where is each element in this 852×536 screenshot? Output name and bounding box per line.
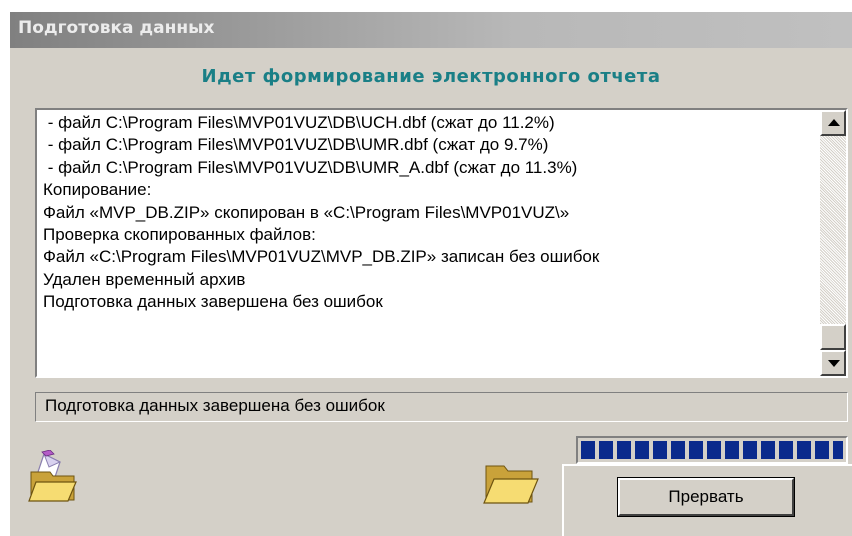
log-text: - файл C:\Program Files\MVP01VUZ\DB\UCH.… [43,112,803,374]
log-line: - файл C:\Program Files\MVP01VUZ\DB\UMR.… [43,135,549,155]
log-line: Проверка скопированных файлов: [43,225,316,245]
log-line: - файл C:\Program Files\MVP01VUZ\DB\UMR_… [43,157,578,177]
log-line: Подготовка данных завершена без ошибок [43,292,383,312]
arrow-down-icon [828,360,840,367]
scroll-up-button[interactable] [820,110,846,136]
progress-fill [581,441,843,459]
abort-button[interactable]: Прервать [617,477,795,517]
log-line: Удален временный архив [43,269,246,289]
page-heading: Идет формирование электронного отчета [201,66,661,87]
scroll-thumb[interactable] [820,324,846,350]
log-line: - файл C:\Program Files\MVP01VUZ\DB\UCH.… [43,113,555,132]
log-line: Копирование: [43,180,152,200]
log-line: Файл «MVP_DB.ZIP» скопирован в «C:\Progr… [43,202,570,222]
arrow-up-icon [828,119,840,126]
log-box[interactable]: - файл C:\Program Files\MVP01VUZ\DB\UCH.… [35,108,848,378]
open-folder-envelope-icon[interactable] [28,450,78,504]
dialog-window: Подготовка данных Идет формирование элек… [10,12,852,536]
scroll-down-button[interactable] [820,350,846,376]
vertical-scrollbar[interactable] [820,110,846,376]
status-text: Подготовка данных завершена без ошибок [45,396,385,415]
open-folder-icon[interactable] [482,462,540,506]
window-title: Подготовка данных [18,18,215,38]
title-bar[interactable]: Подготовка данных [10,12,852,48]
log-line: Файл «C:\Program Files\MVP01VUZ\MVP_DB.Z… [43,247,600,267]
progress-bar [576,436,848,464]
status-bar: Подготовка данных завершена без ошибок [35,392,848,422]
